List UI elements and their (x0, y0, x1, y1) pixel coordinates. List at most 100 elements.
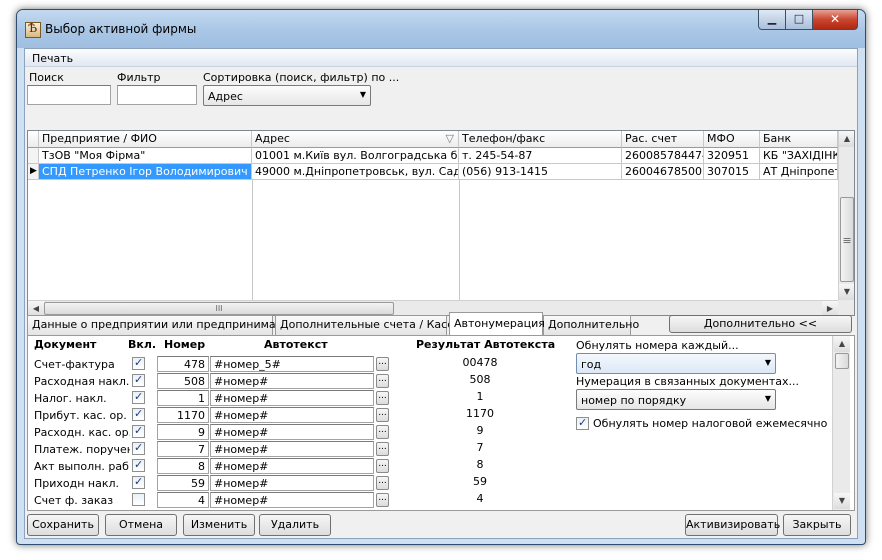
table-cell[interactable]: ТзОВ "Моя Фірма" (39, 148, 252, 164)
scroll-up-icon[interactable]: ▲ (834, 336, 850, 352)
autotext-picker-button[interactable]: ... (376, 493, 389, 507)
reset-period-select[interactable]: год ▼ (576, 353, 776, 374)
enabled-checkbox[interactable] (132, 356, 145, 370)
linked-numbering-select[interactable]: номер по порядку ▼ (576, 389, 776, 410)
enabled-checkbox[interactable] (132, 424, 145, 438)
current-row-pointer-icon[interactable]: ▶ (28, 164, 39, 180)
number-field[interactable]: 7 (157, 441, 209, 457)
autotext-picker-button[interactable]: ... (376, 408, 389, 422)
tab-autonumbering[interactable]: Автонумерация (449, 312, 545, 335)
row-indicator[interactable] (28, 148, 39, 164)
enabled-checkbox[interactable] (132, 458, 145, 472)
close-button[interactable]: Закрыть (783, 514, 851, 536)
table-cell[interactable]: 260085784474 (622, 148, 704, 164)
autotext-result: 00478 (462, 356, 498, 369)
scroll-thumb[interactable]: ≡ (840, 197, 854, 282)
col-header-mfo[interactable]: МФО (704, 131, 760, 148)
scroll-thumb[interactable] (835, 353, 849, 369)
table-cell-selected[interactable]: СПД Петренко Ігор Володимирович (39, 164, 252, 180)
scroll-right-icon[interactable]: ▶ (822, 301, 838, 315)
scroll-down-icon[interactable]: ▼ (834, 493, 850, 509)
enabled-checkbox[interactable] (132, 407, 145, 421)
autotext-picker-button[interactable]: ... (376, 459, 389, 473)
doc-type-label: Расходная накл. (34, 375, 130, 388)
autotext-field[interactable]: #номер# (210, 492, 374, 508)
enabled-checkbox[interactable] (132, 493, 145, 506)
autotext-picker-button[interactable]: ... (376, 357, 389, 371)
reset-period-value: год (581, 358, 602, 371)
tab-extra-accounts[interactable]: Дополнительные счета / Кассы (275, 315, 462, 335)
title-bar[interactable]: Выбор активной фирмы ▁ □ ✕ (17, 10, 865, 48)
number-field[interactable]: 59 (157, 475, 209, 491)
autotext-field[interactable]: #номер# (210, 390, 374, 406)
col-header-account[interactable]: Рас. счет (622, 131, 704, 148)
header-number: Номер (164, 338, 206, 351)
save-button[interactable]: Сохранить (27, 514, 99, 536)
autotext-field[interactable]: #номер# (210, 475, 374, 491)
enabled-checkbox[interactable] (132, 390, 145, 404)
table-cell[interactable]: 320951 (704, 148, 760, 164)
search-input[interactable] (27, 85, 111, 105)
col-header-company[interactable]: Предприятие / ФИО (39, 131, 252, 148)
tax-reset-checkbox[interactable] (576, 416, 589, 430)
col-header-bank[interactable]: Банк (760, 131, 838, 148)
enabled-checkbox[interactable] (132, 475, 145, 489)
autotext-picker-button[interactable]: ... (376, 374, 389, 388)
cancel-button[interactable]: Отмена (105, 514, 177, 536)
grid-vertical-scrollbar[interactable]: ▲ ≡ ▼ (838, 131, 854, 300)
autotext-result: 59 (473, 475, 487, 488)
table-cell[interactable]: 49000 м.Дніпропетровськ, вул. Садова, 1 (252, 164, 459, 180)
number-field[interactable]: 9 (157, 424, 209, 440)
autotext-result: 7 (476, 441, 484, 454)
col-header-phone[interactable]: Телефон/факс (459, 131, 622, 148)
number-field[interactable]: 1 (157, 390, 209, 406)
sort-select[interactable]: Адрес ▼ (203, 85, 371, 106)
autotext-field[interactable]: #номер# (210, 441, 374, 457)
number-field[interactable]: 4 (157, 492, 209, 508)
grid-horizontal-scrollbar[interactable]: ◀ III ▶ (28, 300, 838, 315)
close-window-button[interactable]: ✕ (812, 10, 858, 30)
autotext-picker-button[interactable]: ... (376, 442, 389, 456)
menu-print[interactable]: Печать (32, 52, 73, 65)
table-cell[interactable]: 260046785001 (622, 164, 704, 180)
minimize-button[interactable]: ▁ (758, 10, 786, 30)
table-cell[interactable]: КБ "ЗАХІДІНКОМБАНК" (760, 148, 838, 164)
delete-button[interactable]: Удалить (259, 514, 331, 536)
autotext-field[interactable]: #номер# (210, 424, 374, 440)
panel-vertical-scrollbar[interactable]: ▲ ▼ (832, 336, 850, 510)
scroll-up-icon[interactable]: ▲ (839, 131, 854, 147)
autotext-result: 4 (476, 492, 484, 505)
table-cell[interactable]: (056) 913-1415 (459, 164, 622, 180)
tab-additional[interactable]: Дополнительно (543, 315, 639, 335)
doc-type-label: Расходн. кас. ор. (34, 426, 130, 439)
number-field[interactable]: 1170 (157, 407, 209, 423)
toggle-additional-button[interactable]: Дополнительно << (669, 315, 852, 333)
header-document: Документ (34, 338, 97, 351)
autotext-field[interactable]: #номер# (210, 458, 374, 474)
autotext-field[interactable]: #номер# (210, 407, 374, 423)
enabled-checkbox[interactable] (132, 441, 145, 455)
scroll-down-icon[interactable]: ▼ (839, 284, 854, 300)
table-cell[interactable]: т. 245-54-87 (459, 148, 622, 164)
filter-input[interactable] (117, 85, 197, 105)
enabled-checkbox[interactable] (132, 373, 145, 387)
autotext-picker-button[interactable]: ... (376, 476, 389, 490)
autotext-picker-button[interactable]: ... (376, 391, 389, 405)
number-field[interactable]: 8 (157, 458, 209, 474)
table-cell[interactable]: АТ Дніпропетровськ (760, 164, 838, 180)
number-field[interactable]: 478 (157, 356, 209, 372)
edit-button[interactable]: Изменить (183, 514, 255, 536)
autotext-picker-button[interactable]: ... (376, 425, 389, 439)
col-header-address[interactable]: Адрес ▽ (252, 131, 459, 148)
scroll-thumb-horizontal[interactable]: III (44, 302, 394, 315)
scroll-left-icon[interactable]: ◀ (28, 301, 44, 315)
autotext-field[interactable]: #номер_5# (210, 356, 374, 372)
number-field[interactable]: 508 (157, 373, 209, 389)
tab-company-data[interactable]: Данные о предприятии или предпринимателе (27, 315, 303, 335)
autotext-field[interactable]: #номер# (210, 373, 374, 389)
activate-button[interactable]: Активизировать (685, 514, 780, 536)
scroll-corner (838, 300, 854, 315)
table-cell[interactable]: 307015 (704, 164, 760, 180)
maximize-button[interactable]: □ (785, 10, 813, 30)
table-cell[interactable]: 01001 м.Київ вул. Волгоградська б.23 оф. (252, 148, 459, 164)
